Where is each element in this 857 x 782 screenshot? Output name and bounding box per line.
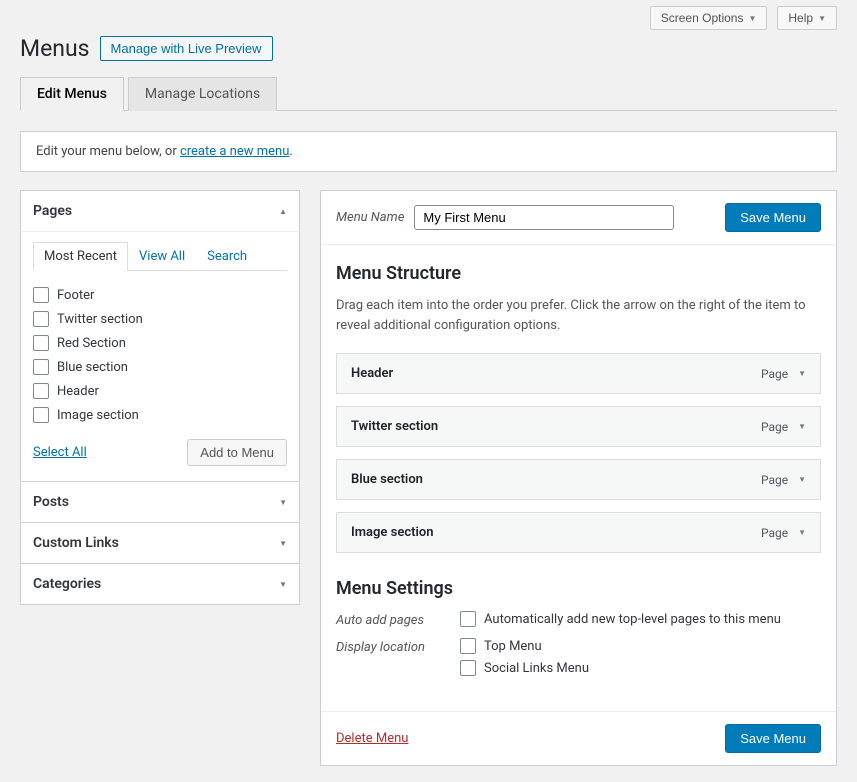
menu-item-twitter[interactable]: Twitter section Page▼	[336, 406, 821, 447]
accordion-pages-toggle[interactable]: Pages ▲	[21, 191, 299, 231]
accordion-posts-toggle[interactable]: Posts▼	[21, 482, 299, 522]
auto-add-pages-label: Auto add pages	[336, 611, 446, 628]
notice-prefix: Edit your menu below, or	[36, 144, 180, 159]
help-label: Help	[788, 11, 813, 25]
page-checkbox-red[interactable]: Red Section	[33, 331, 287, 355]
screen-options-label: Screen Options	[661, 11, 744, 25]
accordion-custom-links-toggle[interactable]: Custom Links▼	[21, 523, 299, 563]
chevron-down-icon[interactable]: ▼	[798, 369, 806, 378]
manage-live-preview-button[interactable]: Manage with Live Preview	[100, 36, 273, 61]
checkbox-icon	[460, 660, 476, 676]
chevron-down-icon[interactable]: ▼	[798, 422, 806, 431]
accordion-custom-links: Custom Links▼	[21, 523, 299, 564]
tab-manage-locations[interactable]: Manage Locations	[128, 77, 277, 111]
menu-name-label: Menu Name	[336, 210, 404, 225]
inner-tab-most-recent[interactable]: Most Recent	[33, 242, 128, 271]
display-social-links-checkbox[interactable]: Social Links Menu	[460, 660, 589, 676]
accordion-pages: Pages ▲ Most Recent View All Search Foot…	[21, 191, 299, 482]
menu-item-header[interactable]: Header Page▼	[336, 353, 821, 394]
page-checkbox-blue[interactable]: Blue section	[33, 355, 287, 379]
chevron-down-icon: ▼	[818, 14, 826, 23]
menu-structure-desc: Drag each item into the order you prefer…	[336, 296, 821, 335]
checkbox-icon	[33, 359, 49, 375]
inner-tab-view-all[interactable]: View All	[128, 242, 196, 271]
page-checkbox-image[interactable]: Image section	[33, 403, 287, 427]
chevron-down-icon: ▼	[279, 498, 287, 507]
main-panel: Menu Name Save Menu Menu Structure Drag …	[320, 190, 837, 766]
page-title: Menus	[20, 35, 90, 62]
menu-item-image[interactable]: Image section Page▼	[336, 512, 821, 553]
inner-tab-search[interactable]: Search	[196, 242, 258, 271]
display-location-label: Display location	[336, 638, 446, 676]
menu-structure-heading: Menu Structure	[336, 263, 821, 284]
chevron-down-icon: ▼	[279, 539, 287, 548]
checkbox-icon	[33, 335, 49, 351]
delete-menu-link[interactable]: Delete Menu	[336, 731, 408, 746]
accordion-categories: Categories▼	[21, 564, 299, 604]
page-checkbox-twitter[interactable]: Twitter section	[33, 307, 287, 331]
menu-name-input[interactable]	[414, 205, 674, 230]
notice-suffix: .	[289, 144, 292, 159]
create-new-menu-link[interactable]: create a new menu	[180, 144, 289, 159]
add-to-menu-button[interactable]: Add to Menu	[187, 439, 287, 466]
notice: Edit your menu below, or create a new me…	[20, 131, 837, 172]
save-menu-button-bottom[interactable]: Save Menu	[725, 724, 821, 753]
auto-add-checkbox[interactable]: Automatically add new top-level pages to…	[460, 611, 781, 627]
chevron-up-icon: ▲	[279, 207, 287, 216]
accordion-pages-title: Pages	[33, 203, 72, 219]
chevron-down-icon[interactable]: ▼	[798, 475, 806, 484]
select-all-link[interactable]: Select All	[33, 445, 87, 460]
page-checkbox-footer[interactable]: Footer	[33, 283, 287, 307]
chevron-down-icon: ▼	[279, 580, 287, 589]
page-checkbox-header[interactable]: Header	[33, 379, 287, 403]
checkbox-icon	[460, 638, 476, 654]
display-top-menu-checkbox[interactable]: Top Menu	[460, 638, 589, 654]
checkbox-icon	[33, 383, 49, 399]
tab-edit-menus[interactable]: Edit Menus	[20, 77, 124, 111]
checkbox-icon	[33, 407, 49, 423]
accordion-categories-toggle[interactable]: Categories▼	[21, 564, 299, 604]
accordion-posts: Posts▼	[21, 482, 299, 523]
help-button[interactable]: Help ▼	[777, 6, 837, 30]
checkbox-icon	[33, 311, 49, 327]
checkbox-icon	[33, 287, 49, 303]
save-menu-button-top[interactable]: Save Menu	[725, 203, 821, 232]
menu-settings-heading: Menu Settings	[336, 578, 821, 599]
screen-options-button[interactable]: Screen Options ▼	[650, 6, 768, 30]
chevron-down-icon[interactable]: ▼	[798, 528, 806, 537]
checkbox-icon	[460, 611, 476, 627]
sidebar: Pages ▲ Most Recent View All Search Foot…	[20, 190, 300, 605]
menu-item-blue[interactable]: Blue section Page▼	[336, 459, 821, 500]
chevron-down-icon: ▼	[748, 14, 756, 23]
